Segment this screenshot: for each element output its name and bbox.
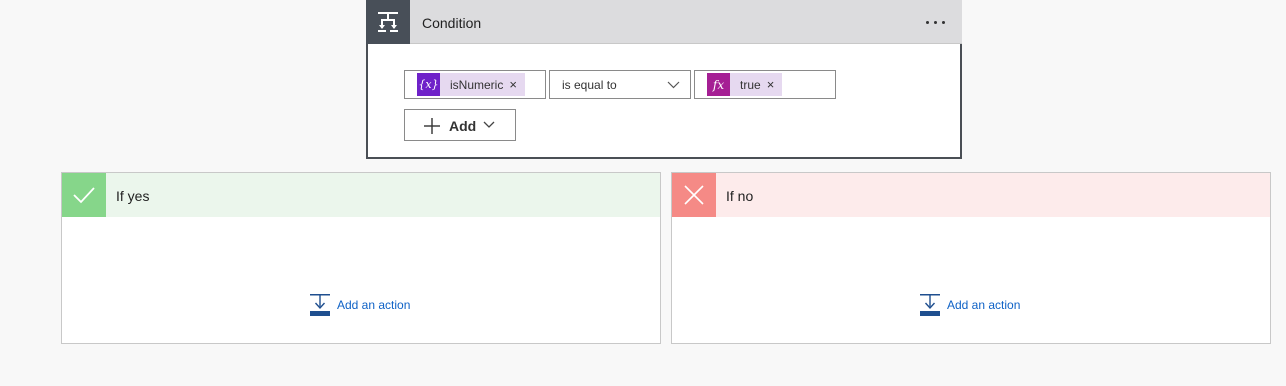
if-no-header[interactable]: If no <box>672 173 1270 217</box>
condition-card: Condition {x} isNumeric × is equal to fx… <box>366 0 962 159</box>
if-yes-header[interactable]: If yes <box>62 173 660 217</box>
chevron-down-icon <box>667 81 680 89</box>
checkmark-icon <box>62 173 106 217</box>
chevron-down-icon <box>483 121 495 128</box>
remove-token-icon[interactable]: × <box>509 77 525 92</box>
condition-icon <box>366 0 410 44</box>
if-yes-title: If yes <box>116 188 150 204</box>
token-label: true <box>740 77 761 92</box>
true-token[interactable]: fx true × <box>707 73 783 96</box>
if-no-title: If no <box>726 188 754 204</box>
add-action-yes[interactable]: Add an action <box>310 294 410 316</box>
operator-value: is equal to <box>562 78 617 92</box>
add-action-icon <box>920 294 940 316</box>
add-action-label: Add an action <box>947 298 1021 312</box>
add-action-label: Add an action <box>337 298 411 312</box>
more-options-icon[interactable] <box>924 14 948 30</box>
variable-icon: {x} <box>417 73 440 96</box>
remove-token-icon[interactable]: × <box>767 77 783 92</box>
left-operand-field[interactable]: {x} isNumeric × <box>404 70 546 99</box>
add-button[interactable]: Add <box>404 109 516 141</box>
operator-dropdown[interactable]: is equal to <box>549 70 691 99</box>
if-no-branch: If no Add an action <box>671 172 1271 344</box>
add-label: Add <box>449 118 477 134</box>
add-action-no[interactable]: Add an action <box>920 294 1020 316</box>
close-icon <box>672 173 716 217</box>
if-yes-branch: If yes Add an action <box>61 172 661 344</box>
right-operand-field[interactable]: fx true × <box>694 70 836 99</box>
function-icon: fx <box>707 73 730 96</box>
condition-header[interactable]: Condition <box>366 0 962 44</box>
add-action-icon <box>310 294 330 316</box>
plus-icon <box>424 118 440 134</box>
token-label: isNumeric <box>450 77 504 92</box>
condition-title: Condition <box>422 15 482 31</box>
isnumeric-token[interactable]: {x} isNumeric × <box>417 73 525 96</box>
